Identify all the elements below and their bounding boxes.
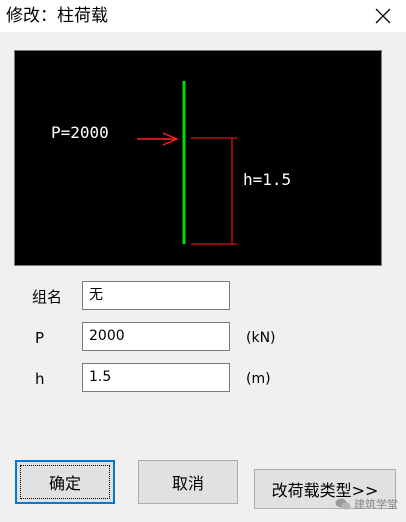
load-label: P=2000 [51, 123, 109, 142]
close-button[interactable] [360, 0, 406, 32]
load-arrow-icon [137, 132, 179, 146]
close-icon [375, 8, 391, 24]
title-bar: 修改：柱荷载 [0, 0, 406, 32]
load-preview: P=2000 h=1.5 [14, 50, 382, 266]
chat-bubble-icon [335, 498, 351, 510]
watermark: 建筑学堂 [335, 496, 398, 512]
preview-drawing: P=2000 h=1.5 [51, 81, 291, 245]
group-name-label: 组名 [32, 288, 63, 306]
watermark-text: 建筑学堂 [354, 498, 398, 511]
h-unit: (m) [246, 371, 271, 387]
cancel-button-label: 取消 [171, 474, 204, 493]
window-title: 修改：柱荷载 [6, 6, 108, 26]
p-label: P [35, 329, 45, 347]
focus-rect [20, 465, 110, 499]
height-label: h=1.5 [243, 170, 291, 189]
h-input[interactable]: 1.5 [82, 363, 230, 392]
p-unit: (kN) [246, 330, 276, 346]
height-dimension [191, 137, 237, 245]
cancel-button[interactable]: 取消 [138, 460, 238, 504]
ok-button[interactable]: 确定 [15, 460, 115, 504]
p-input[interactable]: 2000 [82, 322, 230, 351]
group-name-field[interactable]: 无 [82, 281, 230, 310]
h-label: h [35, 370, 45, 388]
